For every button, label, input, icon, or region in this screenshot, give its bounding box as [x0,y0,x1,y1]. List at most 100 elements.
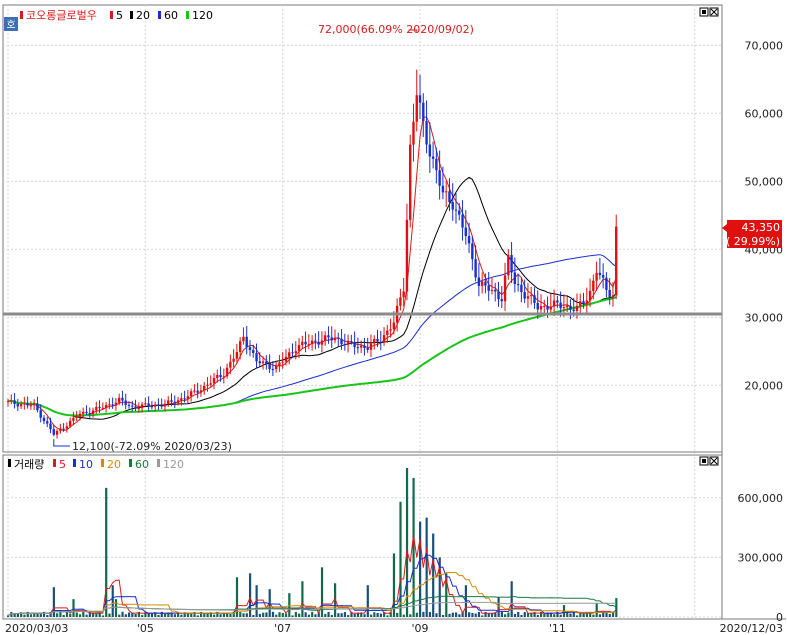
volume-panel [2,454,723,620]
candle-body [225,367,229,377]
candle-body [29,405,33,407]
volume-bar [405,468,409,617]
volume-bar [487,613,490,617]
volume-bar [46,615,49,617]
candle-body [595,272,598,281]
volume-bar [311,611,314,617]
candle-body [320,340,324,345]
volume-bar [163,613,167,617]
candle-body [601,275,605,278]
candle-body [464,227,467,237]
date-tick-label: '07 [274,622,291,635]
candle-body [539,306,543,310]
volume-bar [517,611,520,617]
price-panel [2,4,723,453]
legend-label: 5 [59,458,66,471]
volume-bar [7,615,10,617]
candle-body [340,338,343,345]
candle-body [552,300,556,307]
candle-body [134,406,137,409]
top-badge-label: 호 [6,19,15,31]
volume-bar [111,585,114,617]
volume-bar [530,613,533,617]
volume-bar [598,614,602,617]
volume-bar [504,614,507,617]
volume-title: 거래량 [14,458,44,471]
volume-bar [454,612,458,617]
legend-label: 120 [192,9,213,22]
volume-bar [386,615,389,617]
candle-body [6,401,10,403]
candle-body [294,351,297,353]
volume-bar [523,612,526,617]
candle-body [160,405,163,407]
candle-body [497,291,500,300]
volume-bar [196,615,199,617]
volume-bar [477,611,481,617]
candle-body [39,410,42,418]
candle-body [104,404,108,408]
high-annotation: 72,000(66.09% 2020/09/02) [318,23,474,36]
price-tick-label: 50,000 [745,175,784,188]
candle-body [301,341,304,346]
candle-body [369,343,373,350]
candle-body [252,350,255,353]
candle-body [281,361,284,363]
volume-bar [124,614,127,617]
candle-body [405,219,409,292]
volume-bar [134,613,137,617]
candle-body [13,400,16,404]
volume-bar [147,613,150,617]
candle-body [68,420,72,427]
candle-body [562,307,566,309]
volume-bar [239,612,242,617]
volume-bar [23,614,26,617]
candle-body [415,95,418,122]
volume-bar [245,613,248,617]
candle-body [484,281,487,286]
price-tick-label: 70,000 [745,39,784,52]
candle-body [75,416,78,418]
volume-bar [513,613,517,617]
candle-body [101,407,105,409]
legend-swatch [158,11,161,19]
volume-bar [271,611,275,617]
volume-bar [458,614,461,617]
candle-body [258,361,261,364]
volume-bar [95,613,98,617]
current-price-value: 43,350 [742,221,781,234]
candle-body [314,340,317,342]
candle-body [487,285,490,291]
candle-body [32,403,36,406]
candle-body [274,365,278,370]
candle-body [209,383,212,385]
volume-bar [314,614,317,617]
candle-body [425,121,428,145]
volume-bar [566,612,569,617]
candle-body [428,144,432,157]
candle-body [255,352,258,362]
volume-bar [219,614,222,617]
volume-bar [474,613,477,617]
candle-body [608,289,611,298]
candle-body [199,390,203,393]
candle-body [150,406,154,408]
candle-body [585,300,588,305]
volume-bar [278,612,281,617]
candle-body [163,403,167,407]
candle-body [346,341,350,345]
volume-bar [536,615,539,617]
candle-body [117,397,121,403]
volume-bar [180,614,183,617]
date-tick-label: '05 [137,622,154,635]
volume-bar [242,613,245,617]
legend-swatch [73,459,76,467]
volume-bar [108,613,111,617]
volume-bar [52,587,55,617]
candle-body [189,391,193,397]
volume-bar [399,501,402,617]
volume-bar [72,599,75,617]
volume-bar [425,517,428,617]
candle-body [206,384,209,386]
candle-body [95,407,98,411]
